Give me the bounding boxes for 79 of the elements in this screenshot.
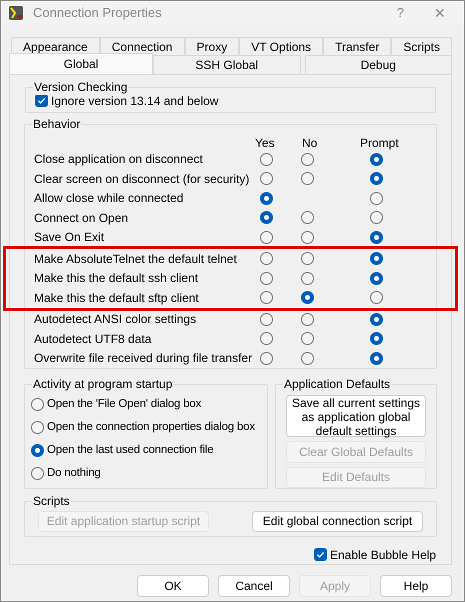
- dialog-button[interactable]: Help: [380, 575, 452, 597]
- radio-button[interactable]: [370, 211, 383, 224]
- radio-button[interactable]: [260, 172, 273, 186]
- option-label: Allow close while connected: [34, 190, 184, 208]
- option-label: Overwrite file received during file transfer: [34, 350, 252, 368]
- checkbox-label: Enable Bubble Help: [330, 546, 436, 564]
- radio-button[interactable]: [370, 152, 383, 166]
- radio-button[interactable]: [370, 252, 383, 266]
- option-label: Do nothing: [47, 466, 101, 482]
- option-label: Open the connection properties dialog box: [47, 420, 255, 436]
- tab[interactable]: Connection: [100, 37, 184, 55]
- option-label: Close application on disconnect: [34, 151, 203, 168]
- radio-button[interactable]: [260, 152, 273, 166]
- tab[interactable]: VT Options: [239, 37, 324, 55]
- tab[interactable]: Scripts: [391, 37, 452, 55]
- radio-button[interactable]: [370, 352, 383, 365]
- tab[interactable]: Debug: [304, 55, 452, 74]
- dialog-button[interactable]: Save all current settings as application global default settings: [286, 395, 426, 438]
- radio-button[interactable]: [260, 312, 273, 326]
- radio-button[interactable]: [260, 230, 273, 244]
- option-label: Make AbsoluteTelnet the default telnet: [34, 250, 237, 268]
- group-title: Application Defaults: [283, 376, 392, 392]
- radio-button[interactable]: [260, 352, 273, 365]
- checkbox[interactable]: [314, 548, 327, 562]
- group-title: Activity at program startup: [32, 376, 174, 392]
- option-label: Make this the default sftp client: [34, 290, 199, 307]
- radio-button[interactable]: [301, 211, 314, 224]
- radio-button[interactable]: [301, 230, 314, 244]
- checkmark-icon: [37, 96, 46, 106]
- radio-button[interactable]: [370, 291, 383, 304]
- column-header: Yes: [255, 134, 275, 152]
- radio-button[interactable]: [370, 172, 383, 186]
- radio-button[interactable]: [301, 252, 314, 266]
- group-title: Version Checking: [33, 79, 128, 95]
- radio-button[interactable]: [260, 332, 273, 346]
- radio-button[interactable]: [260, 272, 273, 285]
- radio-button[interactable]: [301, 312, 314, 326]
- radio-button[interactable]: [31, 467, 44, 480]
- tab[interactable]: Transfer: [323, 37, 392, 55]
- radio-button[interactable]: [370, 312, 383, 326]
- dialog-button[interactable]: OK: [137, 575, 209, 597]
- radio-button[interactable]: [301, 352, 314, 365]
- radio-button[interactable]: [370, 272, 383, 285]
- window-title: Connection Properties: [33, 4, 162, 22]
- app-icon: [8, 5, 24, 21]
- dialog-button[interactable]: Edit global connection script: [252, 510, 423, 532]
- tab[interactable]: SSH Global: [153, 55, 300, 74]
- option-label: Open the 'File Open' dialog box: [47, 397, 202, 412]
- radio-button[interactable]: [301, 152, 314, 166]
- option-label: Save On Exit: [34, 229, 104, 246]
- radio-button[interactable]: [31, 444, 44, 458]
- option-label: Autodetect UTF8 data: [34, 330, 152, 348]
- radio-button[interactable]: [301, 172, 314, 186]
- radio-button[interactable]: [260, 291, 273, 304]
- radio-button[interactable]: [260, 211, 273, 224]
- radio-button[interactable]: [31, 421, 44, 434]
- radio-button[interactable]: [370, 230, 383, 244]
- radio-button[interactable]: [301, 332, 314, 346]
- checkbox-label: Ignore version 13.14 and below: [51, 94, 218, 110]
- radio-button[interactable]: [370, 192, 383, 205]
- column-header: No: [302, 134, 318, 152]
- option-label: Open the last used connection file: [47, 443, 214, 458]
- option-label: Connect on Open: [34, 210, 128, 227]
- checkbox[interactable]: [35, 94, 48, 108]
- dialog-button[interactable]: Cancel: [218, 575, 290, 597]
- radio-button[interactable]: [301, 291, 314, 304]
- checkmark-icon: [316, 550, 325, 560]
- option-label: Make this the default ssh client: [34, 270, 198, 288]
- tab[interactable]: Global: [9, 53, 153, 74]
- radio-button[interactable]: [31, 398, 44, 412]
- column-header: Prompt: [360, 134, 399, 152]
- radio-button[interactable]: [370, 332, 383, 346]
- radio-button[interactable]: [260, 192, 273, 205]
- option-label: Clear screen on disconnect (for security): [34, 170, 250, 188]
- tab[interactable]: Proxy: [184, 37, 240, 55]
- option-label: Autodetect ANSI color settings: [34, 311, 196, 328]
- group-title: Scripts: [32, 493, 71, 510]
- radio-button[interactable]: [301, 272, 314, 285]
- radio-button[interactable]: [260, 252, 273, 266]
